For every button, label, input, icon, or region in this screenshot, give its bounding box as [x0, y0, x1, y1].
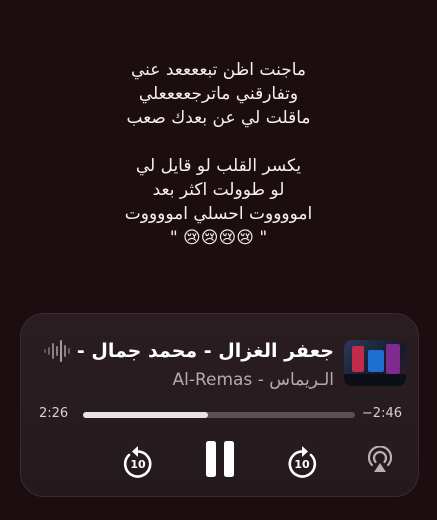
airplay-icon[interactable]: [366, 446, 394, 474]
skip-forward-seconds: 10: [294, 458, 310, 471]
lyrics-text: ماجنت اظن تبععععد عني وتفارقني ماترجعععع…: [0, 58, 437, 250]
pause-icon[interactable]: [203, 439, 237, 479]
skip-back-seconds: 10: [130, 458, 146, 471]
lyric-line: وتفارقني ماترجععععلي: [138, 84, 299, 104]
lyric-line: ماقلت لي عن بعدك صعب: [126, 108, 311, 128]
lyric-gap: [0, 130, 437, 154]
gobackward-10-icon[interactable]: 10: [120, 441, 156, 479]
progress-scrubber[interactable]: [83, 412, 355, 418]
elapsed-time: 2:26: [39, 406, 69, 421]
lyric-line: لو طوولت اكثر بعد: [152, 180, 285, 200]
track-artist: الـريماس - Al-Remas: [172, 370, 334, 390]
waveform-icon: [44, 340, 70, 362]
lyric-line: يكسر القلب لو قايل لي: [135, 156, 302, 176]
track-title: جعفر الغزال - محمد جمال -: [76, 340, 334, 362]
goforward-10-icon[interactable]: 10: [284, 441, 320, 479]
album-artwork[interactable]: [344, 340, 406, 386]
lyric-line: " 😢😢😢😢 ": [169, 228, 268, 248]
lyric-line: ماجنت اظن تبععععد عني: [130, 60, 307, 80]
now-playing-widget[interactable]: جعفر الغزال - محمد جمال - الـريماس - Al-…: [20, 313, 419, 497]
lyric-line: امووووت احسلي امووووت: [124, 204, 313, 224]
remaining-time: −2:46: [361, 406, 402, 421]
progress-fill: [83, 412, 209, 418]
